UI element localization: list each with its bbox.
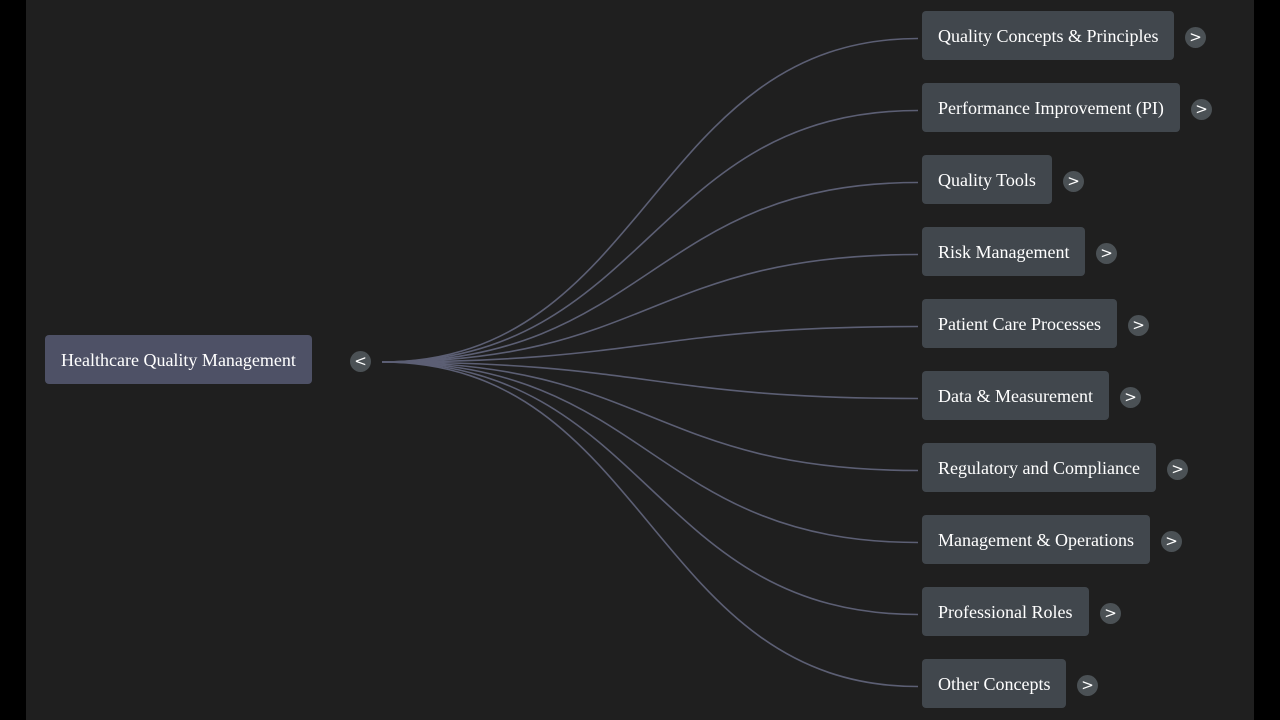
expand-toggle[interactable]: > — [1161, 531, 1182, 552]
child-node-label: Quality Tools — [938, 169, 1036, 190]
child-node[interactable]: Other Concepts — [922, 659, 1067, 708]
child-node[interactable]: Regulatory and Compliance — [922, 443, 1156, 492]
child-node-label: Data & Measurement — [938, 385, 1093, 406]
expand-toggle[interactable]: > — [1096, 243, 1117, 264]
expand-toggle[interactable]: > — [1100, 603, 1121, 624]
expand-toggle[interactable]: > — [1120, 387, 1141, 408]
child-node-label: Patient Care Processes — [938, 313, 1101, 334]
mindmap-canvas: Healthcare Quality Management < Quality … — [0, 0, 1280, 720]
child-node[interactable]: Professional Roles — [922, 587, 1089, 636]
child-node-label: Regulatory and Compliance — [938, 457, 1140, 478]
child-node-label: Quality Concepts & Principles — [938, 25, 1159, 46]
child-node-label: Performance Improvement (PI) — [938, 97, 1164, 118]
child-node-label: Professional Roles — [938, 601, 1073, 622]
expand-toggle[interactable]: > — [1167, 459, 1188, 480]
child-node[interactable]: Management & Operations — [922, 515, 1150, 564]
expand-toggle[interactable]: > — [1185, 27, 1206, 48]
child-node[interactable]: Quality Concepts & Principles — [922, 11, 1175, 60]
expand-toggle[interactable]: > — [1128, 315, 1149, 336]
child-node[interactable]: Risk Management — [922, 227, 1086, 276]
expand-toggle[interactable]: > — [1077, 675, 1098, 696]
child-node[interactable]: Data & Measurement — [922, 371, 1109, 420]
expand-toggle[interactable]: > — [1063, 171, 1084, 192]
root-node[interactable]: Healthcare Quality Management — [45, 335, 312, 384]
child-node-label: Management & Operations — [938, 529, 1134, 550]
child-node[interactable]: Performance Improvement (PI) — [922, 83, 1180, 132]
expand-toggle[interactable]: > — [1191, 99, 1212, 120]
collapse-toggle[interactable]: < — [350, 351, 371, 372]
child-node-label: Other Concepts — [938, 673, 1051, 694]
child-node[interactable]: Patient Care Processes — [922, 299, 1117, 348]
child-node[interactable]: Quality Tools — [922, 155, 1052, 204]
child-node-label: Risk Management — [938, 241, 1070, 262]
root-node-label: Healthcare Quality Management — [61, 349, 296, 370]
